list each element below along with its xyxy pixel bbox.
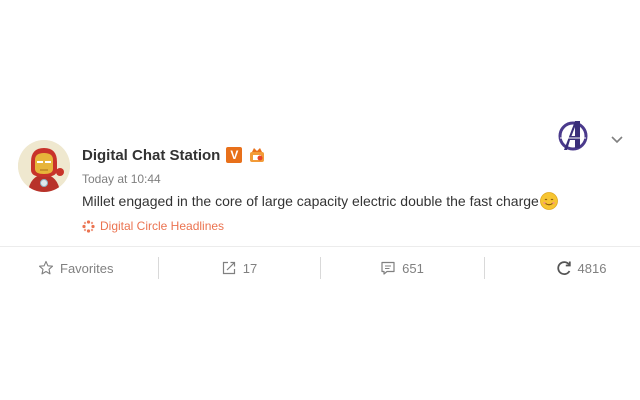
comment-icon xyxy=(380,260,396,276)
smile-emoji-icon xyxy=(539,192,558,210)
post-card: Digital Chat Station V Today at 10:44 Mi… xyxy=(0,124,640,246)
avengers-logo-icon xyxy=(556,118,592,154)
refresh-like-icon xyxy=(556,260,572,276)
author-name[interactable]: Digital Chat Station xyxy=(82,147,220,164)
post-header: Digital Chat Station V xyxy=(82,144,266,166)
post-timestamp[interactable]: Today at 10:44 xyxy=(82,172,161,186)
comment-count: 651 xyxy=(402,260,424,276)
verified-badge-icon: V xyxy=(226,147,243,163)
source-label[interactable]: Digital Circle Headlines xyxy=(100,219,224,233)
member-badge-icon xyxy=(248,147,266,163)
favorites-button[interactable]: Favorites xyxy=(0,248,158,288)
chevron-down-icon[interactable] xyxy=(610,132,624,144)
iron-man-avatar-icon[interactable] xyxy=(18,140,70,192)
star-icon xyxy=(38,260,54,276)
repost-button[interactable]: 17 xyxy=(158,248,320,288)
favorites-label: Favorites xyxy=(60,260,114,276)
topic-flower-icon xyxy=(82,219,95,233)
post-content: Millet engaged in the core of large capa… xyxy=(82,192,558,210)
action-bar-divider xyxy=(0,246,640,247)
post-text: Millet engaged in the core of large capa… xyxy=(82,193,539,209)
page: Digital Chat Station V Today at 10:44 Mi… xyxy=(0,0,640,400)
source-topic[interactable]: Digital Circle Headlines xyxy=(82,219,224,233)
like-count: 4816 xyxy=(577,260,607,276)
repost-share-icon xyxy=(221,260,237,276)
repost-count: 17 xyxy=(242,260,258,276)
action-bar: Favorites 17 651 4816 xyxy=(0,248,640,288)
like-button[interactable]: 4816 xyxy=(484,248,640,288)
comment-button[interactable]: 651 xyxy=(320,248,484,288)
